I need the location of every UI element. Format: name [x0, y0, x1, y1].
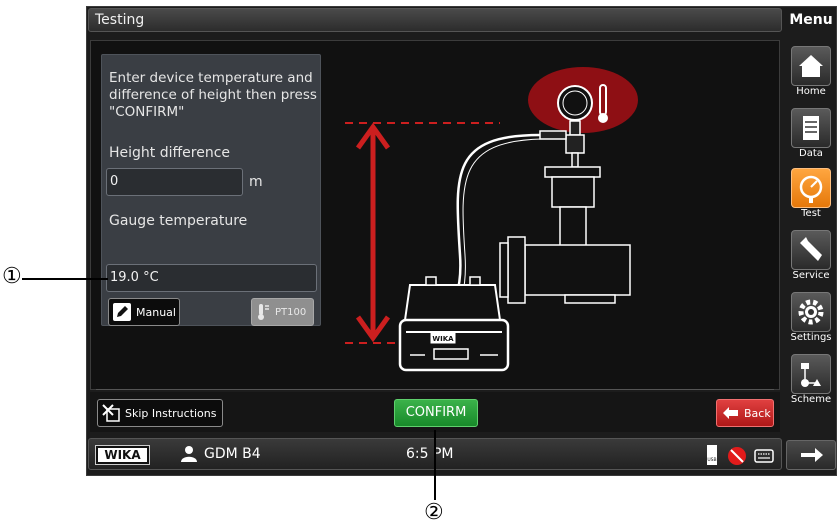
skip-icon — [102, 404, 120, 422]
sidebar-item-settings[interactable]: Settings — [786, 292, 836, 343]
sidebar-label: Test — [801, 208, 821, 219]
scheme-icon — [791, 354, 831, 394]
instrument-case: WIKA — [398, 276, 510, 372]
sidebar-label: Service — [792, 270, 830, 281]
height-arrow — [355, 122, 391, 343]
back-button[interactable]: Back — [716, 399, 774, 427]
keyboard-icon — [754, 449, 774, 463]
skip-label: Skip Instructions — [125, 406, 217, 420]
sidebar-label: Data — [799, 148, 823, 159]
window-title: Testing — [88, 8, 782, 32]
divider — [96, 389, 774, 390]
confirm-button[interactable]: CONFIRM — [394, 399, 478, 427]
height-unit: m — [249, 174, 263, 190]
gauge-icon — [791, 168, 831, 208]
callout-2: ② — [424, 500, 444, 525]
manual-label: Manual — [136, 305, 176, 319]
pt100-button[interactable]: PT100 — [251, 298, 314, 326]
height-difference-input[interactable]: 0 — [106, 168, 243, 196]
callout-1-line — [22, 278, 108, 280]
sidebar: Home Data Test Service Settings Scheme — [786, 40, 836, 430]
callout-2-line — [434, 430, 436, 500]
battery-warning-icon — [728, 447, 746, 465]
instruction-text: Enter device temperature and difference … — [109, 70, 317, 120]
sidebar-item-service[interactable]: Service — [786, 230, 836, 281]
height-difference-label: Height difference — [109, 145, 231, 161]
sidebar-label: Scheme — [790, 394, 832, 405]
edit-icon — [113, 303, 131, 321]
clock-time: 6:5 — [406, 446, 429, 462]
arrow-right-icon — [801, 448, 823, 462]
skip-instructions-button[interactable]: Skip Instructions — [97, 399, 223, 427]
back-label: Back — [744, 406, 771, 420]
sidebar-item-scheme[interactable]: Scheme — [786, 354, 836, 405]
pipe-horizontal — [524, 244, 631, 296]
gauge-temperature-label: Gauge temperature — [109, 213, 248, 229]
gear-icon — [791, 292, 831, 332]
sidebar-item-home[interactable]: Home — [786, 46, 836, 97]
back-arrow-icon — [723, 407, 738, 419]
menu-title: Menu — [789, 12, 833, 28]
pipe-vertical — [559, 206, 587, 248]
manual-button[interactable]: Manual — [108, 298, 180, 326]
setup-illustration: WIKA — [345, 67, 638, 372]
sidebar-item-test[interactable]: Test — [786, 168, 836, 219]
thermometer-icon — [258, 304, 269, 320]
sidebar-item-data[interactable]: Data — [786, 108, 836, 159]
home-icon — [791, 46, 831, 86]
callout-1: ① — [2, 264, 22, 289]
case-badge: WIKA — [432, 335, 454, 343]
sidebar-label: Settings — [790, 332, 832, 343]
wrench-icon — [791, 230, 831, 270]
gauge-temperature-input[interactable]: 19.0 °C — [106, 264, 317, 292]
svg-text:USB: USB — [707, 457, 716, 463]
user-icon — [181, 446, 197, 462]
clock: 6:5 PM — [406, 446, 454, 462]
user-name: GDM B4 — [204, 446, 261, 462]
data-icon — [791, 108, 831, 148]
pt100-label: PT100 — [275, 306, 307, 318]
valve-icon — [565, 134, 585, 154]
wika-logo: WIKA — [95, 445, 150, 465]
usb-icon: USB — [707, 445, 717, 465]
sidebar-label: Home — [796, 86, 826, 97]
next-button[interactable] — [786, 440, 836, 470]
